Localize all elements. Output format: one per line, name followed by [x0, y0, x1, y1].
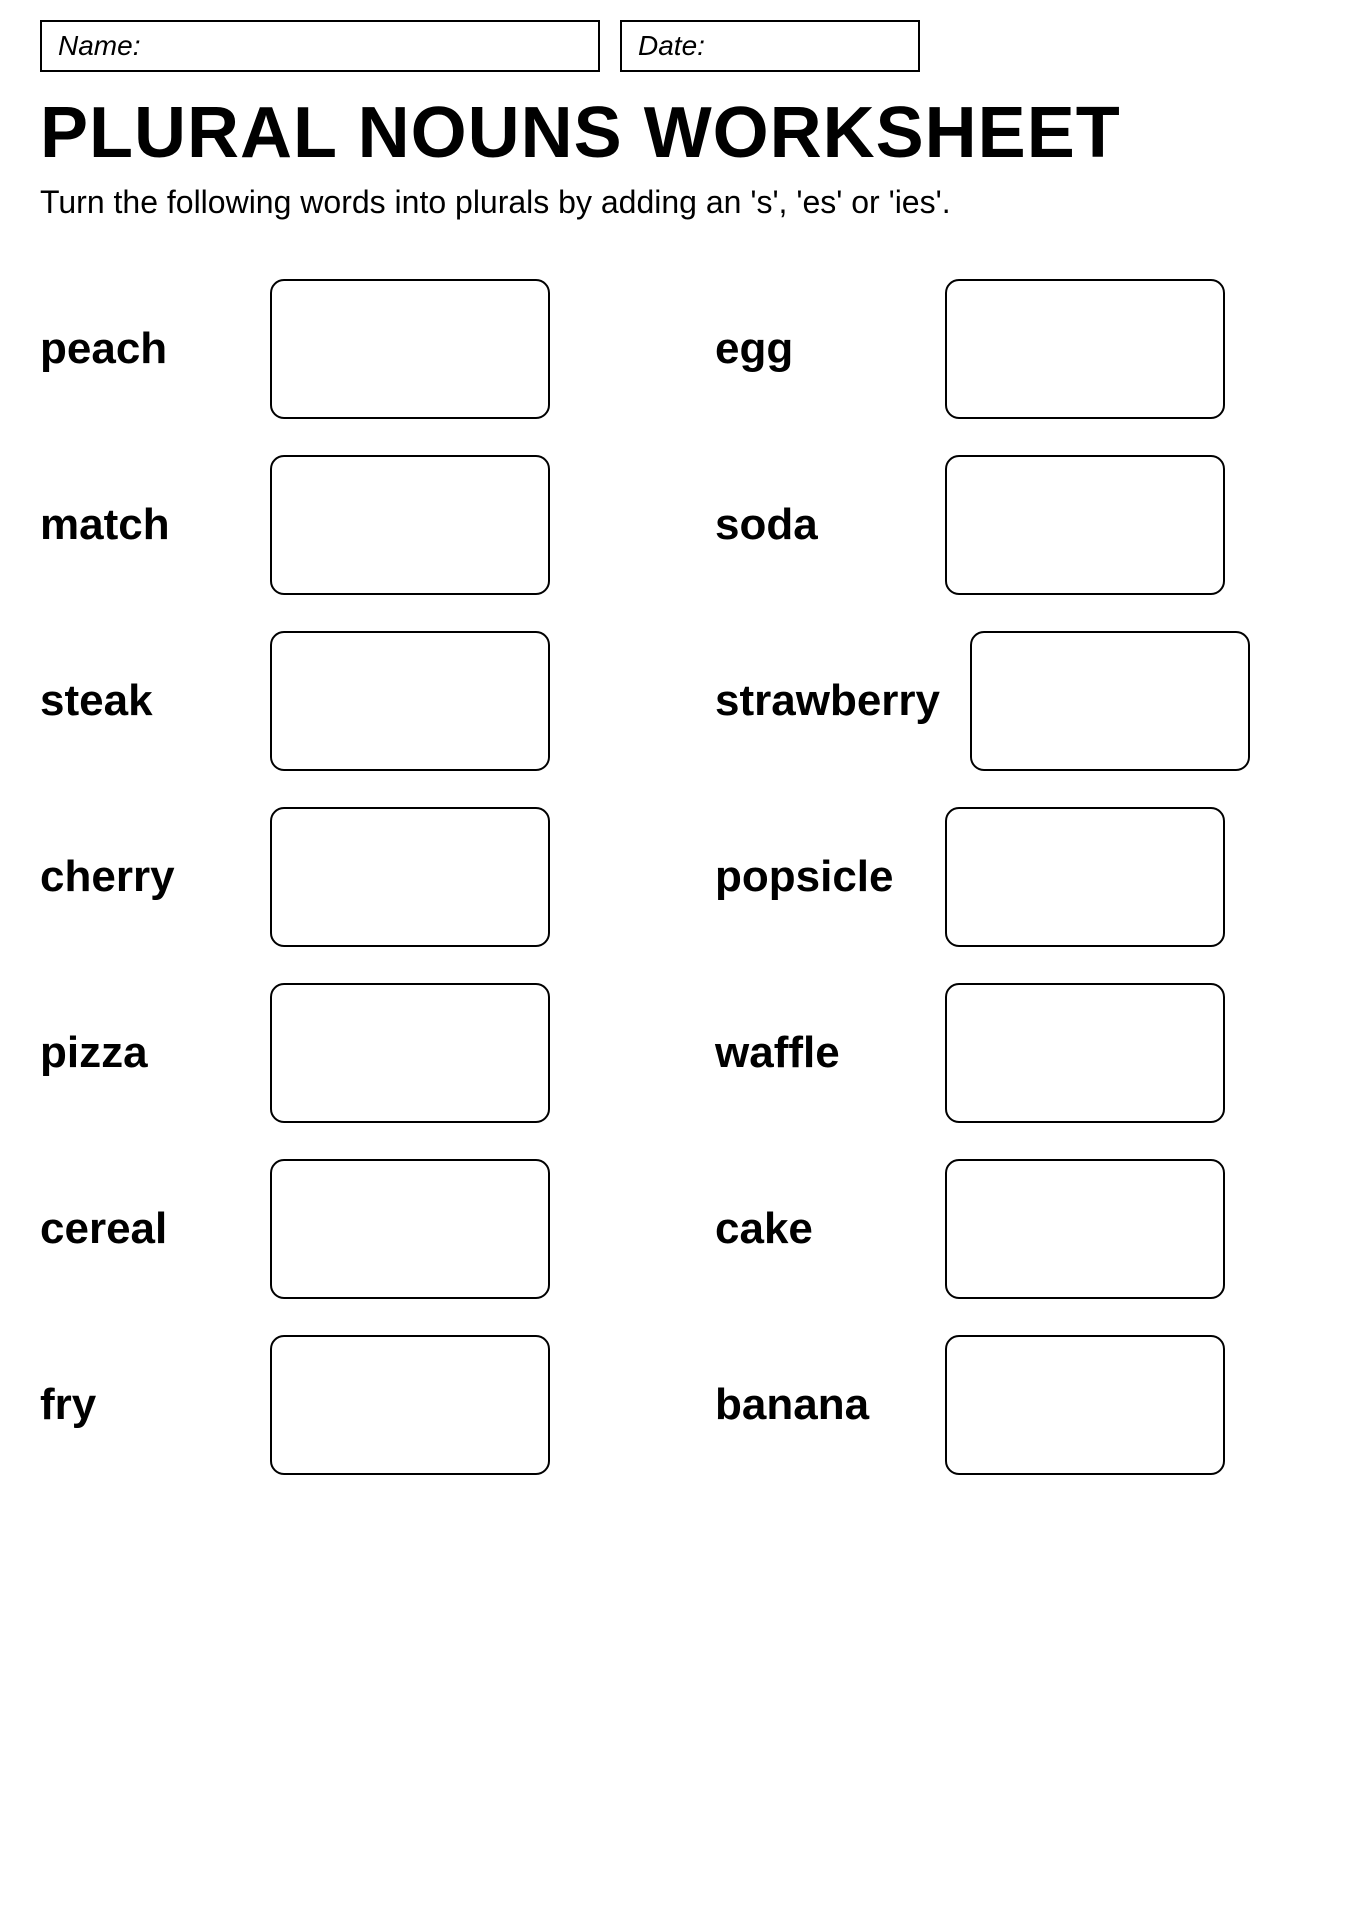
- words-grid: peach match steak cherry pizza cereal fry egg s…: [40, 261, 1310, 1493]
- word-label-cherry: cherry: [40, 852, 240, 902]
- page-title: PLURAL NOUNS WORKSHEET: [40, 92, 1310, 174]
- word-row-cake: cake: [675, 1141, 1310, 1317]
- word-label-egg: egg: [715, 324, 915, 374]
- answer-box-peach[interactable]: [270, 279, 550, 419]
- word-label-cake: cake: [715, 1204, 915, 1254]
- word-label-popsicle: popsicle: [715, 852, 915, 902]
- right-column: egg soda strawberry popsicle waffle cake banan…: [675, 261, 1310, 1493]
- word-label-match: match: [40, 500, 240, 550]
- answer-box-soda[interactable]: [945, 455, 1225, 595]
- word-label-strawberry: strawberry: [715, 676, 940, 726]
- word-row-banana: banana: [675, 1317, 1310, 1493]
- answer-box-cake[interactable]: [945, 1159, 1225, 1299]
- left-column: peach match steak cherry pizza cereal fry: [40, 261, 675, 1493]
- answer-box-cherry[interactable]: [270, 807, 550, 947]
- word-row-match: match: [40, 437, 675, 613]
- answer-box-popsicle[interactable]: [945, 807, 1225, 947]
- word-row-steak: steak: [40, 613, 675, 789]
- word-label-fry: fry: [40, 1380, 240, 1430]
- word-row-popsicle: popsicle: [675, 789, 1310, 965]
- word-row-cereal: cereal: [40, 1141, 675, 1317]
- answer-box-strawberry[interactable]: [970, 631, 1250, 771]
- word-label-cereal: cereal: [40, 1204, 240, 1254]
- date-box: Date:: [620, 20, 920, 72]
- name-label: Name:: [58, 30, 140, 61]
- name-box: Name:: [40, 20, 600, 72]
- word-label-soda: soda: [715, 500, 915, 550]
- answer-box-banana[interactable]: [945, 1335, 1225, 1475]
- word-row-fry: fry: [40, 1317, 675, 1493]
- word-row-strawberry: strawberry: [675, 613, 1310, 789]
- date-label: Date:: [638, 30, 705, 61]
- header-row: Name: Date:: [40, 20, 1310, 72]
- word-row-waffle: waffle: [675, 965, 1310, 1141]
- page-subtitle: Turn the following words into plurals by…: [40, 184, 1310, 221]
- word-label-peach: peach: [40, 324, 240, 374]
- word-label-banana: banana: [715, 1380, 915, 1430]
- word-label-pizza: pizza: [40, 1028, 240, 1078]
- word-label-waffle: waffle: [715, 1028, 915, 1078]
- word-row-peach: peach: [40, 261, 675, 437]
- answer-box-pizza[interactable]: [270, 983, 550, 1123]
- answer-box-cereal[interactable]: [270, 1159, 550, 1299]
- word-row-pizza: pizza: [40, 965, 675, 1141]
- word-row-soda: soda: [675, 437, 1310, 613]
- answer-box-steak[interactable]: [270, 631, 550, 771]
- answer-box-fry[interactable]: [270, 1335, 550, 1475]
- word-row-cherry: cherry: [40, 789, 675, 965]
- word-row-egg: egg: [675, 261, 1310, 437]
- answer-box-egg[interactable]: [945, 279, 1225, 419]
- answer-box-waffle[interactable]: [945, 983, 1225, 1123]
- word-label-steak: steak: [40, 676, 240, 726]
- answer-box-match[interactable]: [270, 455, 550, 595]
